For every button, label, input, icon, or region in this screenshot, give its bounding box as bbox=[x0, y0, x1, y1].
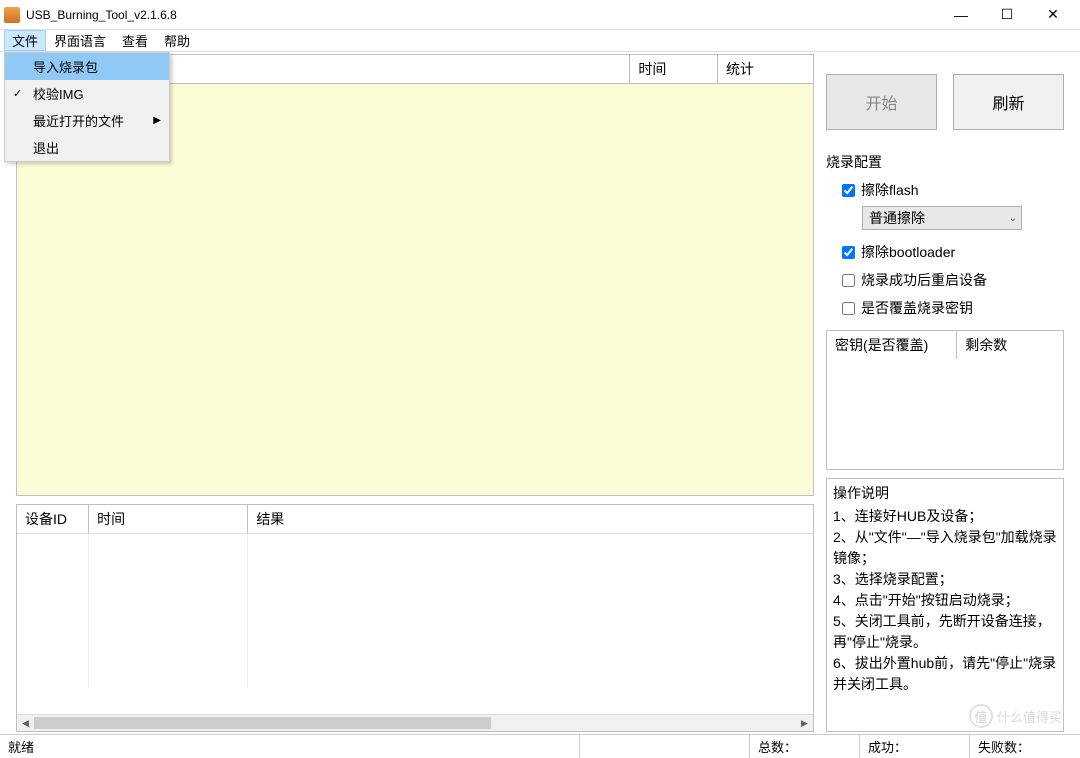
status-ready: 就绪 bbox=[0, 735, 580, 758]
scrollbar-thumb[interactable] bbox=[34, 717, 491, 729]
status-failed: 失败数： bbox=[970, 735, 1080, 758]
col-key: 密钥(是否覆盖) bbox=[827, 331, 957, 359]
device-table: 设备ID 时间 结果 bbox=[17, 505, 813, 688]
reboot-after-input[interactable] bbox=[842, 274, 855, 287]
col-device-id: 设备ID bbox=[17, 505, 89, 534]
titlebar: USB_Burning_Tool_v2.1.6.8 — ☐ ✕ bbox=[0, 0, 1080, 30]
instruction-step: 4、点击"开始"按钮启动烧录； bbox=[833, 590, 1057, 611]
menu-help[interactable]: 帮助 bbox=[156, 30, 198, 51]
erase-flash-input[interactable] bbox=[842, 184, 855, 197]
erase-flash-label: 擦除flash bbox=[861, 180, 919, 200]
menu-recent-files-label: 最近打开的文件 bbox=[33, 111, 124, 130]
table-row[interactable] bbox=[17, 578, 813, 600]
refresh-button[interactable]: 刷新 bbox=[953, 74, 1064, 130]
col-remaining: 剩余数 bbox=[957, 331, 1063, 359]
reboot-after-checkbox[interactable]: 烧录成功后重启设备 bbox=[826, 268, 1064, 296]
instruction-step: 2、从"文件"—"导入烧录包"加载烧录镜像； bbox=[833, 527, 1057, 569]
table-row[interactable] bbox=[17, 622, 813, 644]
key-table: 密钥(是否覆盖) 剩余数 bbox=[827, 331, 1063, 359]
col-stats: 统计 bbox=[717, 55, 813, 83]
menubar: 文件 界面语言 查看 帮助 bbox=[0, 30, 1080, 52]
file-dropdown: 导入烧录包 ✓ 校验IMG 最近打开的文件 ▶ 退出 bbox=[4, 52, 170, 162]
instruction-step: 5、关闭工具前，先断开设备连接，再"停止"烧录。 bbox=[833, 611, 1057, 653]
status-success: 成功： bbox=[860, 735, 970, 758]
key-table-container: 密钥(是否覆盖) 剩余数 bbox=[826, 330, 1064, 470]
statusbar: 就绪 总数： 成功： 失败数： bbox=[0, 734, 1080, 758]
overwrite-key-label: 是否覆盖烧录密钥 bbox=[861, 298, 973, 318]
menu-view[interactable]: 查看 bbox=[114, 30, 156, 51]
menu-verify-img[interactable]: ✓ 校验IMG bbox=[5, 80, 169, 107]
table-row[interactable] bbox=[17, 666, 813, 688]
menu-exit[interactable]: 退出 bbox=[5, 134, 169, 161]
erase-flash-checkbox[interactable]: 擦除flash bbox=[826, 178, 1064, 206]
start-button[interactable]: 开始 bbox=[826, 74, 937, 130]
overwrite-key-checkbox[interactable]: 是否覆盖烧录密钥 bbox=[826, 296, 1064, 324]
window-controls: — ☐ ✕ bbox=[938, 0, 1076, 30]
scroll-left-icon[interactable]: ◀ bbox=[17, 715, 34, 731]
scroll-right-icon[interactable]: ▶ bbox=[796, 715, 813, 731]
chevron-right-icon: ▶ bbox=[153, 115, 161, 126]
scrollbar-track[interactable] bbox=[34, 715, 796, 731]
erase-mode-value: 普通擦除 bbox=[869, 208, 925, 228]
menu-language[interactable]: 界面语言 bbox=[46, 30, 114, 51]
table-row[interactable] bbox=[17, 534, 813, 556]
app-icon bbox=[4, 7, 20, 23]
right-panel: 开始 刷新 烧录配置 擦除flash 普通擦除 ⌄ 擦除bootloader 烧… bbox=[820, 52, 1080, 734]
table-row[interactable] bbox=[17, 644, 813, 666]
instruction-step: 3、选择烧录配置； bbox=[833, 569, 1057, 590]
erase-bootloader-input[interactable] bbox=[842, 246, 855, 259]
device-table-container: 设备ID 时间 结果 ◀ ▶ bbox=[16, 504, 814, 732]
minimize-button[interactable]: — bbox=[938, 0, 984, 30]
maximize-button[interactable]: ☐ bbox=[984, 0, 1030, 30]
erase-bootloader-checkbox[interactable]: 擦除bootloader bbox=[826, 240, 1064, 268]
instruction-step: 1、连接好HUB及设备； bbox=[833, 506, 1057, 527]
col-result: 结果 bbox=[248, 505, 813, 534]
action-buttons: 开始 刷新 bbox=[826, 54, 1064, 150]
burn-config-section: 烧录配置 擦除flash 普通擦除 ⌄ 擦除bootloader 烧录成功后重启… bbox=[826, 150, 1064, 324]
menu-verify-img-label: 校验IMG bbox=[33, 84, 84, 103]
reboot-after-label: 烧录成功后重启设备 bbox=[861, 270, 987, 290]
instruction-step: 6、拔出外置hub前，请先"停止"烧录并关闭工具。 bbox=[833, 653, 1057, 695]
horizontal-scrollbar[interactable]: ◀ ▶ bbox=[17, 714, 813, 731]
erase-mode-select[interactable]: 普通擦除 ⌄ bbox=[862, 206, 1022, 230]
col-time: 时间 bbox=[89, 505, 248, 534]
check-icon: ✓ bbox=[13, 87, 22, 100]
overwrite-key-input[interactable] bbox=[842, 302, 855, 315]
chevron-down-icon: ⌄ bbox=[1009, 213, 1017, 224]
table-row[interactable] bbox=[17, 600, 813, 622]
status-total: 总数： bbox=[750, 735, 860, 758]
window-title: USB_Burning_Tool_v2.1.6.8 bbox=[26, 8, 938, 22]
close-button[interactable]: ✕ bbox=[1030, 0, 1076, 30]
instructions-title: 操作说明 bbox=[833, 483, 1057, 504]
col-time: 时间 bbox=[630, 55, 718, 83]
menu-file[interactable]: 文件 bbox=[4, 30, 46, 51]
instructions-panel: 操作说明 1、连接好HUB及设备； 2、从"文件"—"导入烧录包"加载烧录镜像；… bbox=[826, 478, 1064, 732]
menu-recent-files[interactable]: 最近打开的文件 ▶ bbox=[5, 107, 169, 134]
erase-bootloader-label: 擦除bootloader bbox=[861, 242, 955, 262]
menu-import-package[interactable]: 导入烧录包 bbox=[5, 53, 169, 80]
table-row[interactable] bbox=[17, 556, 813, 578]
config-title: 烧录配置 bbox=[826, 150, 1064, 178]
